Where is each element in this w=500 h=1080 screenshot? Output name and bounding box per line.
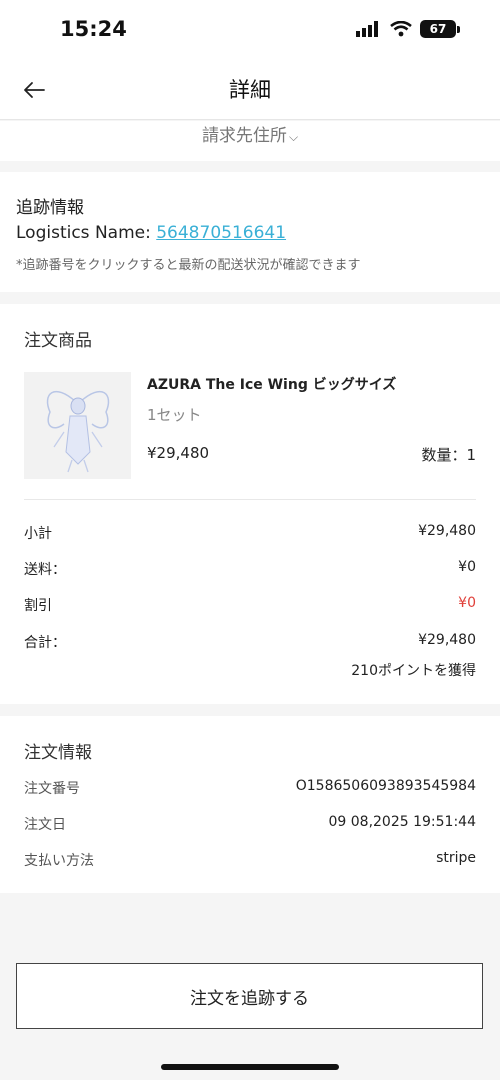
shipping-value: ¥0 bbox=[458, 559, 476, 575]
chevron-down-icon: ⌵ bbox=[288, 130, 299, 144]
order-date-label: 注文日 bbox=[24, 817, 66, 833]
payment-method-label: 支払い方法 bbox=[24, 853, 94, 869]
order-number-label: 注文番号 bbox=[24, 781, 80, 797]
subtotal-value: ¥29,480 bbox=[418, 523, 476, 539]
product-quantity: 数量：1 bbox=[421, 446, 476, 464]
order-info-title: 注文情報 bbox=[24, 743, 92, 763]
total-label: 合計： bbox=[24, 635, 66, 651]
order-date-value: 09 08,2025 19:51:44 bbox=[328, 814, 477, 830]
subtotal-label: 小計 bbox=[24, 526, 52, 542]
divider bbox=[24, 499, 476, 500]
tracking-title: 追跡情報 bbox=[16, 198, 84, 218]
logistics-line: Logistics Name: 564870516641 bbox=[16, 220, 484, 246]
tracking-number-link[interactable]: 564870516641 bbox=[156, 223, 286, 243]
product-image[interactable] bbox=[24, 372, 131, 479]
discount-label: 割引 bbox=[24, 598, 52, 614]
subtotal-row: 小計 ¥29,480 bbox=[24, 523, 476, 547]
order-date-row: 注文日 09 08,2025 19:51:44 bbox=[24, 814, 476, 838]
tracking-info-section: 追跡情報 Logistics Name: 564870516641 *追跡番号を… bbox=[0, 172, 500, 292]
total-row: 合計： ¥29,480 bbox=[24, 632, 476, 656]
product-set: 1セット bbox=[147, 406, 202, 424]
discount-row: 割引 ¥0 bbox=[24, 595, 476, 619]
nav-bar: 詳細 bbox=[0, 60, 500, 120]
billing-address-toggle[interactable]: 請求先住所 ⌵ bbox=[202, 121, 298, 146]
track-order-button[interactable]: 注文を追跡する bbox=[16, 963, 483, 1029]
payment-method-value: stripe bbox=[436, 850, 476, 866]
order-info-section: 注文情報 注文番号 O15865060938935459​84 注文日 09 0… bbox=[0, 716, 500, 893]
status-icons: 67 bbox=[356, 20, 460, 38]
shipping-row: 送料： ¥0 bbox=[24, 559, 476, 583]
products-title: 注文商品 bbox=[24, 331, 92, 351]
product-figure-icon bbox=[46, 390, 110, 473]
order-products-section: 注文商品 AZURA The Ice Wing ビッグサイズ 1セット ¥29,… bbox=[0, 304, 500, 704]
shipping-label: 送料： bbox=[24, 562, 66, 578]
logistics-label: Logistics Name: bbox=[16, 223, 157, 243]
discount-value: ¥0 bbox=[458, 595, 476, 611]
payment-method-row: 支払い方法 stripe bbox=[24, 850, 476, 874]
signal-icon bbox=[356, 21, 378, 37]
tracking-note: *追跡番号をクリックすると最新の配送状況が確認できます bbox=[16, 258, 361, 273]
billing-address-row: 請求先住所 ⌵ bbox=[0, 121, 500, 161]
battery-tip bbox=[457, 25, 460, 33]
status-bar: 15:24 67 bbox=[0, 0, 500, 60]
billing-address-label: 請求先住所 bbox=[201, 126, 287, 146]
total-value: ¥29,480 bbox=[418, 632, 476, 648]
order-number-value: O15865060938935459​84 bbox=[295, 778, 476, 794]
product-name[interactable]: AZURA The Ice Wing ビッグサイズ bbox=[147, 374, 396, 394]
battery-icon: 67 bbox=[420, 20, 456, 38]
product-price: ¥29,480 bbox=[147, 444, 210, 462]
status-time: 15:24 bbox=[60, 17, 127, 41]
page-title: 詳細 bbox=[229, 78, 271, 102]
wifi-icon bbox=[390, 21, 412, 37]
home-indicator bbox=[161, 1064, 339, 1070]
points-earned: 210ポイントを獲得 bbox=[351, 663, 476, 679]
order-number-row: 注文番号 O15865060938935459​84 bbox=[24, 778, 476, 802]
